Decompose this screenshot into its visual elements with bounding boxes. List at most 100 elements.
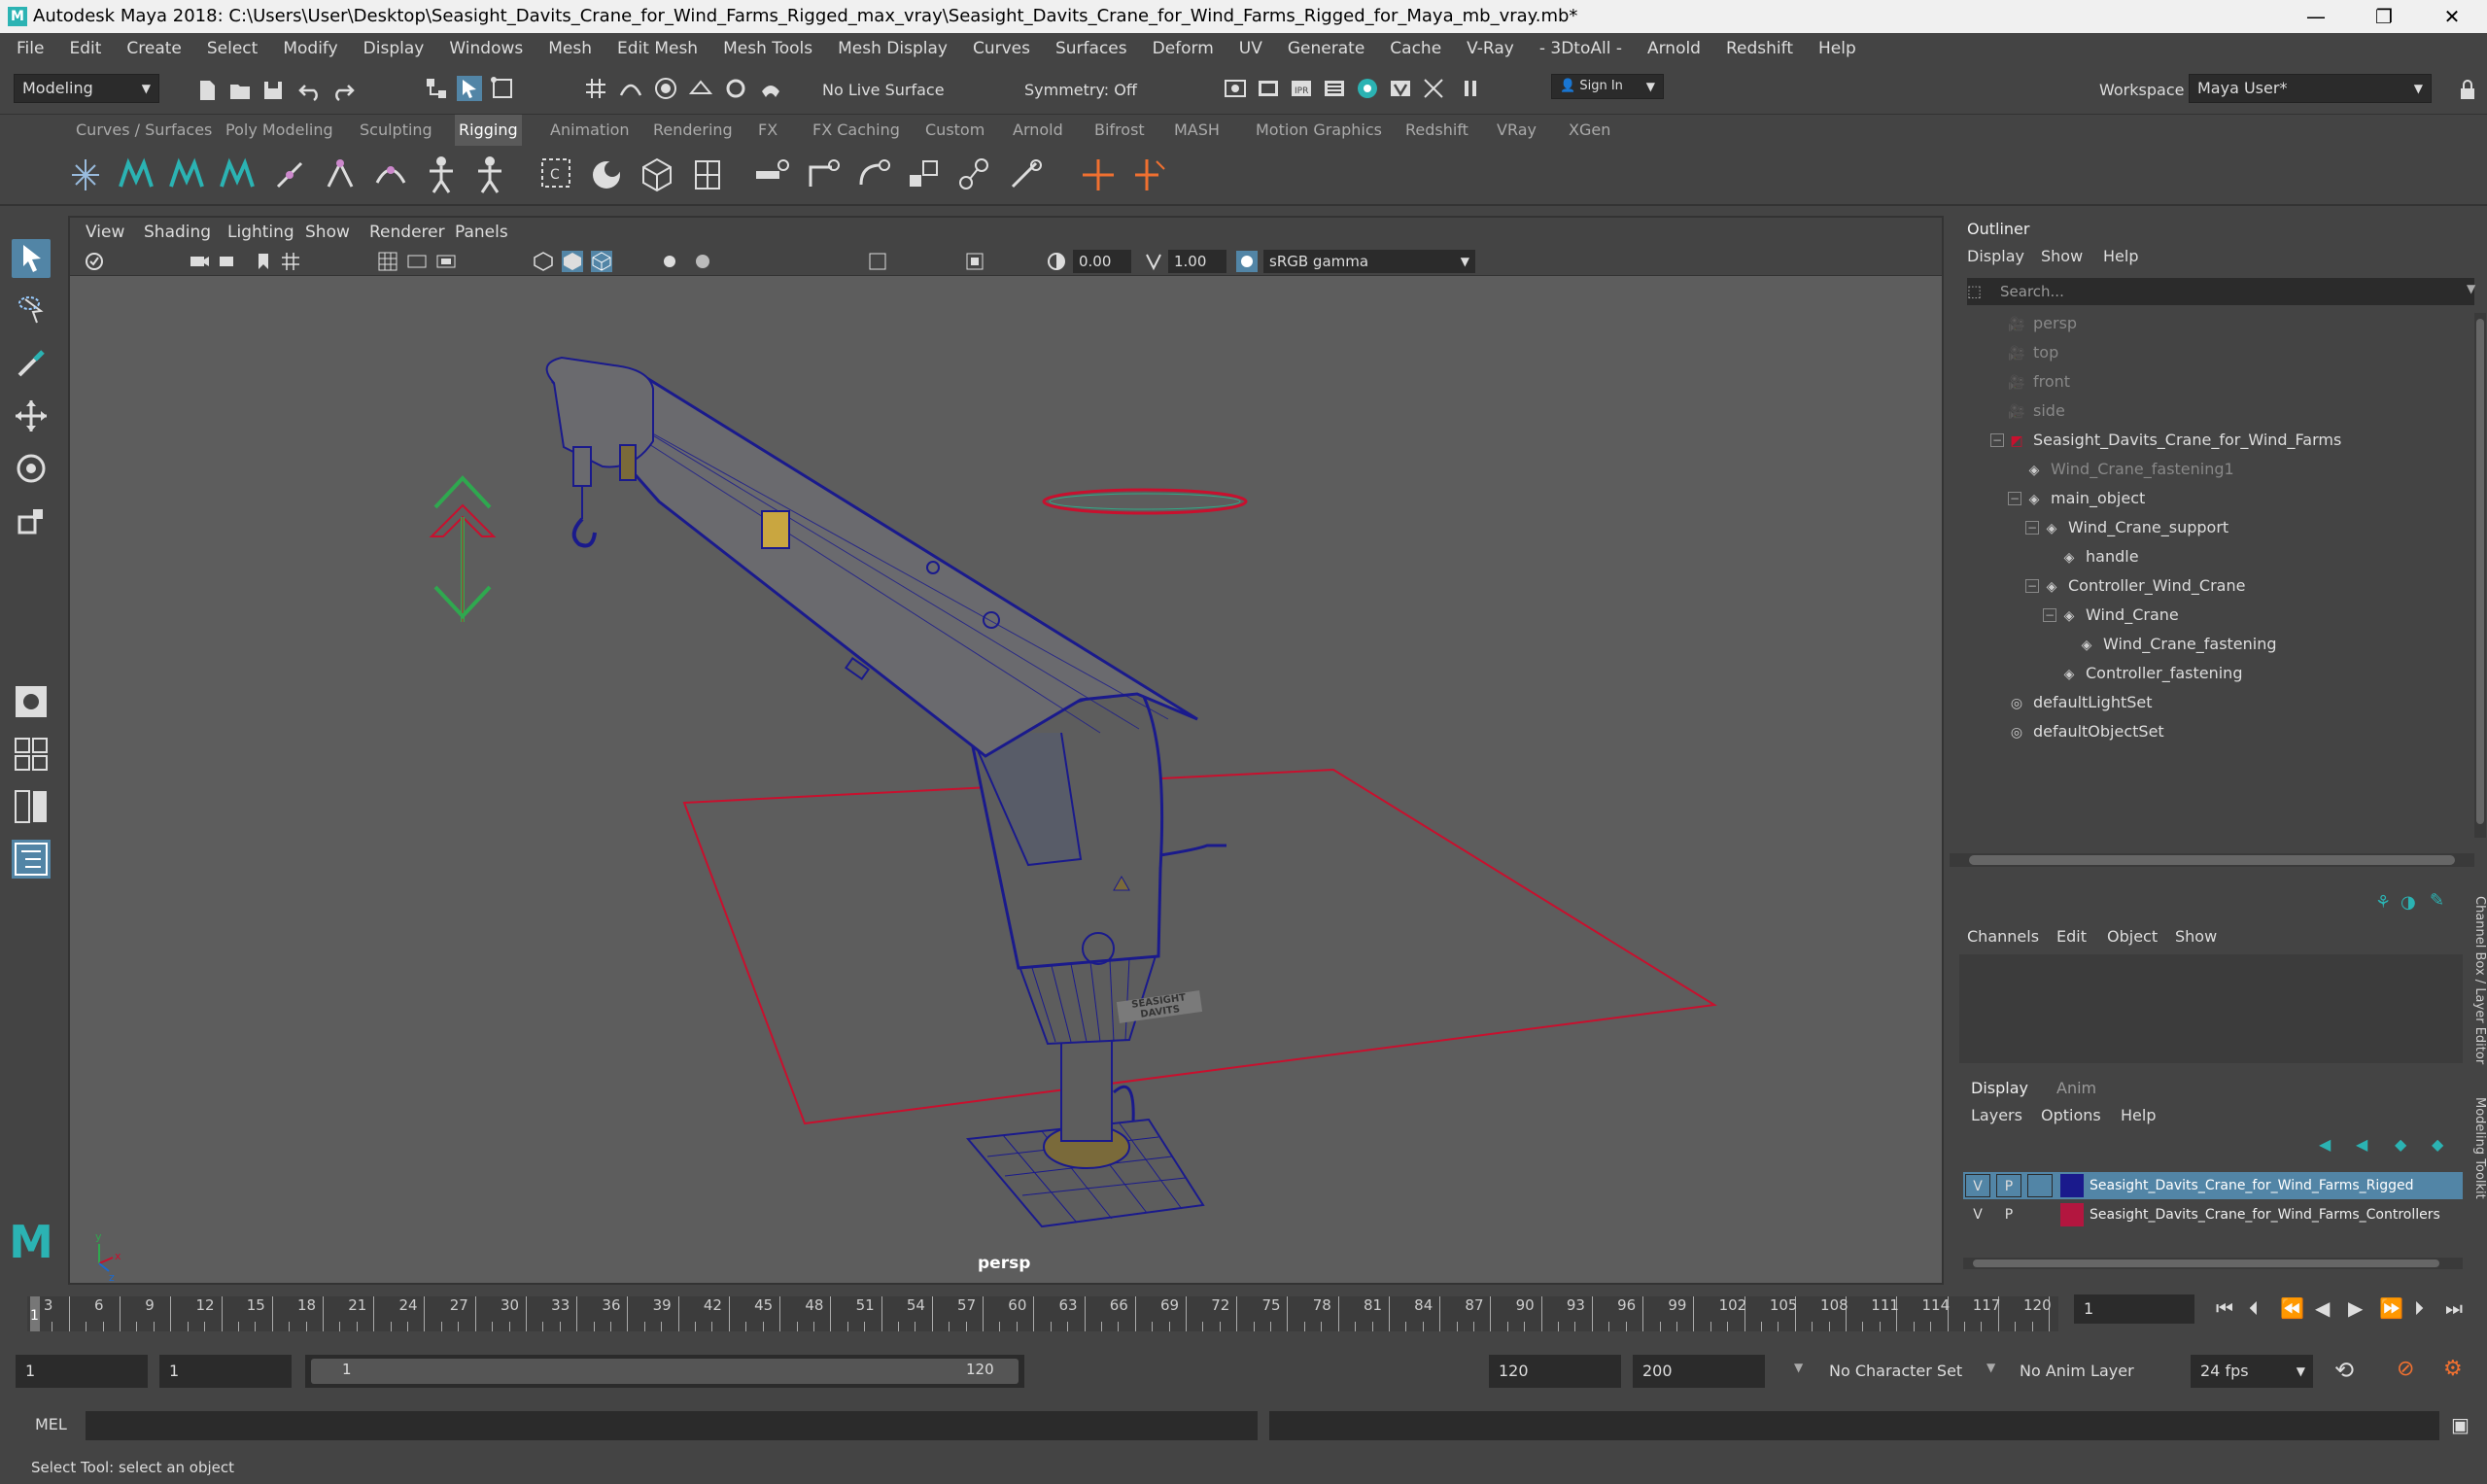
snap-surface-icon[interactable] bbox=[758, 76, 783, 101]
move-tool-icon[interactable] bbox=[12, 397, 51, 435]
modeling-toolkit-side-tab[interactable]: Modeling Toolkit bbox=[2472, 1097, 2487, 1199]
layer-h-scrollbar[interactable] bbox=[1963, 1258, 2463, 1269]
exposure-field[interactable]: 0.00 bbox=[1073, 250, 1131, 273]
lattice-icon[interactable] bbox=[587, 154, 626, 196]
loop-icon[interactable]: ⟲ bbox=[2334, 1357, 2354, 1384]
viewport-menu-lighting[interactable]: Lighting bbox=[227, 218, 294, 247]
workspace-select[interactable]: Maya User* ▼ bbox=[2189, 74, 2432, 103]
insert-joint-icon[interactable] bbox=[270, 154, 309, 196]
live-surface-label[interactable]: No Live Surface bbox=[814, 76, 970, 105]
joint-tool-icon[interactable] bbox=[66, 154, 105, 196]
time-slider[interactable]: 3 6 9 12 15 18 21 24 27 30 33 36 39 42 45 48 51 54 57 60 63 6… bbox=[0, 1285, 2487, 1335]
play-back-icon[interactable]: ◀ bbox=[2315, 1296, 2330, 1320]
four-view-layout-icon[interactable] bbox=[12, 735, 51, 774]
auto-key-icon[interactable]: ⊘ bbox=[2397, 1357, 2414, 1381]
vray-render-icon[interactable] bbox=[1388, 76, 1413, 101]
locator-icon[interactable] bbox=[1079, 154, 1118, 196]
menu-cache[interactable]: Cache bbox=[1377, 33, 1454, 64]
humanik-icon[interactable] bbox=[422, 154, 461, 196]
pole-vector-icon[interactable] bbox=[1005, 154, 1044, 196]
lock-icon[interactable] bbox=[2455, 78, 2480, 103]
pencil-icon[interactable]: ✎ bbox=[2430, 890, 2444, 911]
next-key-icon[interactable]: ⏩ bbox=[2379, 1296, 2403, 1320]
parent-constraint-icon[interactable] bbox=[954, 154, 993, 196]
step-back-icon[interactable]: ⏴︎ bbox=[2249, 1296, 2259, 1320]
shelf-tab-redshift[interactable]: Redshift bbox=[1401, 115, 1472, 146]
pause-icon[interactable] bbox=[1458, 76, 1483, 101]
single-view-layout-icon[interactable] bbox=[12, 682, 51, 721]
outliner-menu-show[interactable]: Show bbox=[2041, 247, 2083, 265]
sign-in-button[interactable]: 👤 Sign In ▼ bbox=[1551, 74, 1664, 99]
camera-icon[interactable] bbox=[189, 251, 210, 272]
layer-name[interactable]: Seasight_Davits_Crane_for_Wind_Farms_Con… bbox=[2090, 1203, 2440, 1226]
rotate-tool-icon[interactable] bbox=[12, 449, 51, 488]
lasso-tool-icon[interactable] bbox=[12, 292, 51, 330]
layer-color-swatch[interactable] bbox=[2060, 1203, 2084, 1226]
exposure-icon[interactable] bbox=[1046, 251, 1067, 272]
ground-controller[interactable] bbox=[682, 768, 1717, 1125]
bookmark-icon[interactable] bbox=[253, 251, 274, 272]
outliner-item-side[interactable]: 🎥 side bbox=[2006, 400, 2065, 423]
shelf-tab-arnold[interactable]: Arnold bbox=[1009, 115, 1067, 146]
render-frame-icon[interactable] bbox=[1256, 76, 1281, 101]
outliner-item-persp[interactable]: 🎥 persp bbox=[2006, 313, 2077, 335]
scene-canvas[interactable]: y x z bbox=[70, 276, 1942, 1283]
attribute-editor-icon[interactable]: ⚘ bbox=[2375, 892, 2391, 913]
vray-ipr-icon[interactable] bbox=[1421, 76, 1446, 101]
outliner-item-top[interactable]: 🎥 top bbox=[2006, 342, 2058, 364]
layer-row-rigged[interactable]: V P Seasight_Davits_Crane_for_Wind_Farms… bbox=[1963, 1172, 2463, 1199]
outliner-item-main-object[interactable]: ◈ main_object bbox=[2023, 488, 2146, 510]
orient-joint-icon[interactable] bbox=[371, 154, 410, 196]
wireframe-icon[interactable] bbox=[533, 251, 554, 272]
layer-color-swatch[interactable] bbox=[2060, 1174, 2084, 1197]
shelf-tab-poly-modeling[interactable]: Poly Modeling bbox=[222, 115, 337, 146]
outliner-item-handle[interactable]: ◈ handle bbox=[2058, 546, 2139, 569]
mirror-joint-icon[interactable] bbox=[321, 154, 360, 196]
menu-deform[interactable]: Deform bbox=[1140, 33, 1226, 64]
hypershade-icon[interactable] bbox=[1355, 76, 1380, 101]
collapse-icon[interactable]: − bbox=[2043, 608, 2056, 622]
resolution-gate-icon[interactable] bbox=[435, 251, 457, 272]
grid-toggle-icon[interactable] bbox=[280, 251, 301, 272]
save-scene-icon[interactable] bbox=[260, 78, 286, 103]
scale-constraint-icon[interactable] bbox=[904, 154, 943, 196]
channels-menu-channels[interactable]: Channels bbox=[1967, 927, 2039, 946]
render-settings-icon[interactable] bbox=[1322, 76, 1347, 101]
layer-menu-options[interactable]: Options bbox=[2041, 1106, 2101, 1124]
outliner-item-crane-support[interactable]: ◈ Wind_Crane_support bbox=[2041, 517, 2229, 539]
wireframe-on-shaded-icon[interactable] bbox=[591, 251, 612, 272]
new-layer-selected-icon[interactable]: ◆ bbox=[2432, 1135, 2443, 1154]
symmetry-label[interactable]: Symmetry: Off bbox=[1017, 76, 1172, 105]
outliner-item-root-group[interactable]: ◩ Seasight_Davits_Crane_for_Wind_Farms bbox=[2006, 430, 2341, 452]
viewport-menu-panels[interactable]: Panels bbox=[455, 218, 508, 247]
menu-redshift[interactable]: Redshift bbox=[1713, 33, 1806, 64]
aim-constraint-icon[interactable] bbox=[803, 154, 842, 196]
menu-windows[interactable]: Windows bbox=[436, 33, 535, 64]
render-view-icon[interactable] bbox=[1223, 76, 1248, 101]
layer-menu-layers[interactable]: Layers bbox=[1971, 1106, 2022, 1124]
shelf-tab-mash[interactable]: MASH bbox=[1170, 115, 1224, 146]
menu-display[interactable]: Display bbox=[351, 33, 437, 64]
viewport-menu-show[interactable]: Show bbox=[305, 218, 350, 247]
snap-view-plane-icon[interactable] bbox=[688, 76, 713, 101]
lock-camera-icon[interactable] bbox=[218, 251, 239, 272]
filter-icon[interactable]: ⬚ bbox=[1967, 282, 1982, 300]
camera-select-icon[interactable] bbox=[84, 251, 105, 272]
playback-start-field[interactable]: 1 bbox=[159, 1355, 292, 1388]
animation-end-field[interactable]: 200 bbox=[1633, 1355, 1765, 1388]
outliner-menu-display[interactable]: Display bbox=[1967, 247, 2024, 265]
layer-visibility-toggle[interactable]: V bbox=[1965, 1203, 1990, 1226]
playhead[interactable]: 1 bbox=[30, 1296, 40, 1331]
new-layer-icon[interactable]: ◆ bbox=[2395, 1135, 2406, 1154]
select-component-icon[interactable] bbox=[490, 76, 515, 101]
fps-select[interactable]: 24 fps ▼ bbox=[2191, 1355, 2313, 1388]
step-forward-icon[interactable]: ⏵︎ bbox=[2414, 1296, 2424, 1320]
wrap-icon[interactable] bbox=[638, 154, 676, 196]
gamma-icon[interactable] bbox=[1143, 251, 1164, 272]
select-hierarchy-icon[interactable] bbox=[424, 76, 449, 101]
scale-tool-icon[interactable] bbox=[12, 501, 51, 540]
layer-tab-anim[interactable]: Anim bbox=[2056, 1079, 2096, 1097]
ik-spline-icon[interactable] bbox=[167, 154, 206, 196]
layer-display-type[interactable] bbox=[2027, 1174, 2053, 1197]
ipr-render-icon[interactable]: IPR bbox=[1289, 76, 1314, 101]
